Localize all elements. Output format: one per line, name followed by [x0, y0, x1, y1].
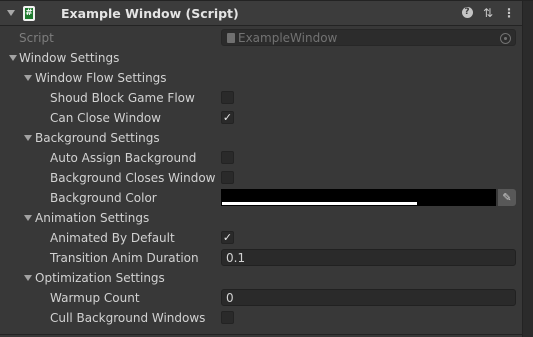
foldout-arrow-icon[interactable]: [24, 135, 32, 141]
alpha-bar: [222, 202, 417, 205]
duration-value: 0.1: [226, 251, 246, 265]
window-settings-label: Window Settings: [19, 51, 120, 65]
can-close-label: Can Close Window: [50, 111, 161, 125]
bg-closes-label: Background Closes Window: [50, 171, 216, 185]
animation-settings-label: Animation Settings: [35, 211, 150, 225]
can-close-checkbox[interactable]: ✓: [221, 111, 234, 124]
foldout-arrow-icon[interactable]: [24, 75, 32, 81]
script-icon[interactable]: #: [23, 6, 35, 21]
bg-closes-checkbox[interactable]: [221, 171, 234, 184]
bg-color-label: Background Color: [50, 191, 157, 205]
should-block-label: Shoud Block Game Flow: [50, 91, 195, 105]
cull-label: Cull Background Windows: [50, 311, 206, 325]
scrollbar[interactable]: [523, 1, 533, 337]
cull-checkbox[interactable]: [221, 311, 234, 324]
can-close-row: Can Close Window ✓: [0, 108, 522, 128]
component-header[interactable]: # Example Window (Script) ? ⇅ ⋮: [0, 1, 523, 26]
script-object-field: ExampleWindow: [221, 29, 516, 46]
foldout-window-flow-settings[interactable]: Window Flow Settings: [0, 68, 522, 88]
script-label: Script: [19, 31, 54, 45]
foldout-arrow-icon[interactable]: [24, 275, 32, 281]
duration-row: Transition Anim Duration 0.1: [0, 248, 522, 268]
warmup-label: Warmup Count: [50, 291, 140, 305]
script-asset-icon: [227, 33, 235, 43]
background-settings-label: Background Settings: [35, 131, 160, 145]
should-block-checkbox[interactable]: [221, 91, 234, 104]
component-foldout-arrow-icon[interactable]: [7, 10, 15, 16]
auto-assign-checkbox[interactable]: [221, 151, 234, 164]
foldout-animation-settings[interactable]: Animation Settings: [0, 208, 522, 228]
bg-color-field[interactable]: [221, 189, 496, 206]
object-picker-icon: [500, 33, 511, 44]
eyedropper-icon[interactable]: ✎: [498, 189, 516, 206]
foldout-optimization-settings[interactable]: Optimization Settings: [0, 268, 522, 288]
auto-assign-label: Auto Assign Background: [50, 151, 197, 165]
bg-color-row: Background Color ✎: [0, 188, 522, 208]
animated-default-checkbox[interactable]: ✓: [221, 231, 234, 244]
window-flow-settings-label: Window Flow Settings: [35, 71, 167, 85]
script-row: Script ExampleWindow: [0, 28, 522, 48]
more-options-icon[interactable]: ⋮: [502, 6, 516, 20]
optimization-settings-label: Optimization Settings: [35, 271, 165, 285]
cull-row: Cull Background Windows: [0, 308, 522, 328]
help-icon[interactable]: ?: [460, 6, 474, 20]
should-block-row: Shoud Block Game Flow: [0, 88, 522, 108]
foldout-arrow-icon[interactable]: [24, 215, 32, 221]
bg-closes-row: Background Closes Window: [0, 168, 522, 188]
duration-input[interactable]: 0.1: [221, 249, 516, 266]
auto-assign-row: Auto Assign Background: [0, 148, 522, 168]
animated-default-row: Animated By Default ✓: [0, 228, 522, 248]
foldout-arrow-icon[interactable]: [9, 55, 17, 61]
duration-label: Transition Anim Duration: [50, 251, 199, 265]
component-title: Example Window (Script): [61, 6, 239, 21]
script-hash-glyph: #: [25, 8, 33, 19]
presets-icon[interactable]: ⇅: [481, 6, 495, 20]
warmup-input[interactable]: 0: [221, 289, 516, 306]
warmup-value: 0: [226, 291, 234, 305]
script-object-value: ExampleWindow: [238, 31, 338, 45]
help-glyph: ?: [461, 7, 473, 18]
foldout-window-settings[interactable]: Window Settings: [0, 48, 522, 68]
animated-default-label: Animated By Default: [50, 231, 175, 245]
warmup-row: Warmup Count 0: [0, 288, 522, 308]
foldout-background-settings[interactable]: Background Settings: [0, 128, 522, 148]
